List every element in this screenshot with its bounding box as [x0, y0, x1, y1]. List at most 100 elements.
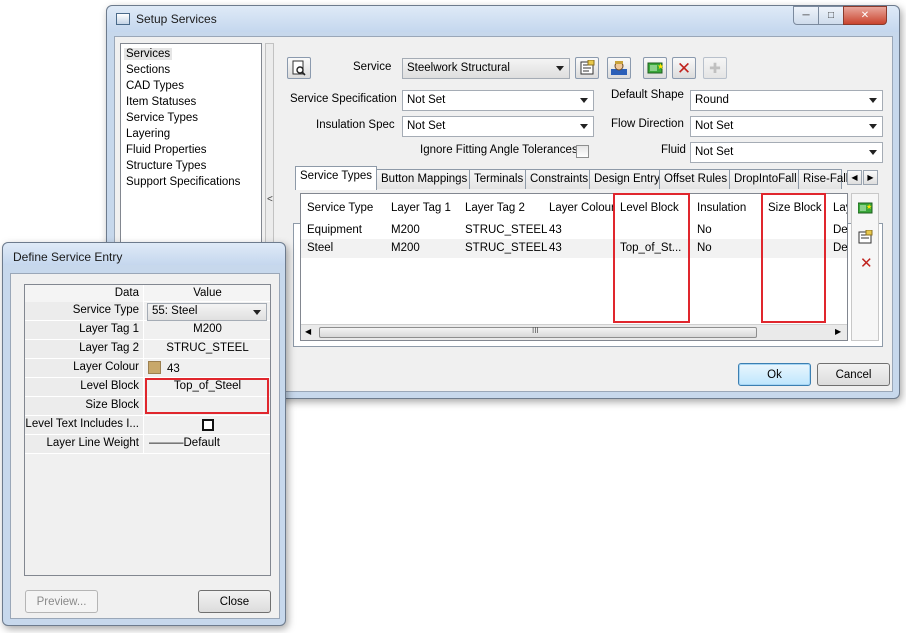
- table-row[interactable]: Steel M200 STRUC_STEEL 43 Top_of_St... N…: [301, 239, 847, 258]
- service-properties-button[interactable]: [575, 57, 599, 79]
- delete-service-button[interactable]: ✕: [672, 57, 696, 79]
- service-types-grid[interactable]: Service Type Layer Tag 1 Layer Tag 2 Lay…: [300, 193, 848, 341]
- table-row[interactable]: Equipment M200 STRUC_STEEL 43 No De: [301, 220, 847, 239]
- property-key: Level Block: [25, 378, 144, 396]
- define-service-entry-title: Define Service Entry: [13, 250, 123, 264]
- insulation-spec-value: Not Set: [407, 120, 446, 132]
- nav-item-sections[interactable]: Sections: [126, 64, 170, 76]
- grid-horizontal-scrollbar[interactable]: ◀ III ▶: [301, 324, 847, 340]
- find-document-icon: [292, 60, 306, 76]
- tab-offset-rules[interactable]: Offset Rules: [659, 169, 733, 189]
- colour-swatch[interactable]: [148, 361, 161, 374]
- column-header-level-block[interactable]: Level Block: [620, 202, 679, 214]
- insulation-spec-select[interactable]: Not Set: [402, 116, 594, 137]
- column-header-layer-tag-2[interactable]: Layer Tag 2: [465, 202, 525, 214]
- column-header-service-type[interactable]: Service Type: [307, 202, 373, 214]
- property-row-level-block[interactable]: Level Block Top_of_Steel: [25, 378, 270, 397]
- tab-button-mappings[interactable]: Button Mappings: [376, 169, 473, 189]
- flow-direction-select[interactable]: Not Set: [690, 116, 883, 137]
- nav-item-cad-types[interactable]: CAD Types: [126, 80, 184, 92]
- nav-item-support-specifications[interactable]: Support Specifications: [126, 176, 240, 188]
- chevron-down-icon: [580, 124, 588, 129]
- nav-item-layering[interactable]: Layering: [126, 128, 170, 140]
- column-header-layer-colour[interactable]: Layer Colour: [549, 202, 615, 214]
- scroll-right-arrow-icon[interactable]: ▶: [835, 327, 841, 336]
- nav-item-services[interactable]: Services: [124, 48, 173, 60]
- row-layer-colour: 43: [549, 224, 562, 236]
- scroll-left-arrow-icon[interactable]: ◀: [305, 327, 311, 336]
- level-text-checkbox[interactable]: [201, 419, 214, 431]
- service-specification-select[interactable]: Not Set: [402, 90, 594, 111]
- service-user-button[interactable]: [607, 57, 631, 79]
- row-layer-tag-1: M200: [391, 242, 420, 254]
- close-window-button[interactable]: ✕: [843, 6, 887, 25]
- tab-scroll-right-button[interactable]: ▶: [863, 170, 878, 185]
- minimize-button[interactable]: ─: [793, 6, 819, 25]
- collapse-chevron-icon[interactable]: <: [267, 194, 273, 205]
- add-row-icon[interactable]: ★: [857, 202, 874, 217]
- chevron-down-icon: [869, 150, 877, 155]
- add-service-button[interactable]: ★: [643, 57, 667, 79]
- tab-terminals[interactable]: Terminals: [469, 169, 529, 189]
- property-row-service-type[interactable]: Service Type 55: Steel: [25, 302, 270, 321]
- row-layer-colour: 43: [549, 242, 562, 254]
- define-service-entry-titlebar[interactable]: Define Service Entry: [3, 243, 285, 265]
- layer-colour-value: 43: [167, 363, 180, 375]
- chevron-down-icon: [580, 98, 588, 103]
- property-row-layer-colour[interactable]: Layer Colour 43: [25, 359, 270, 378]
- delete-row-icon[interactable]: ✕: [860, 254, 873, 272]
- column-header-layer-tag-1[interactable]: Layer Tag 1: [391, 202, 451, 214]
- pin-icon: ✚: [709, 59, 721, 76]
- edit-row-icon[interactable]: [858, 229, 874, 247]
- nav-item-service-types[interactable]: Service Types: [126, 112, 198, 124]
- property-value[interactable]: ———Default: [145, 435, 270, 453]
- tab-scroll-left-button[interactable]: ◀: [847, 170, 862, 185]
- column-header-layer[interactable]: Lay: [833, 202, 847, 214]
- flow-direction-label: Flow Direction: [611, 118, 684, 130]
- column-header-size-block[interactable]: Size Block: [768, 202, 822, 214]
- ok-button[interactable]: Ok: [738, 363, 811, 386]
- property-row-level-text-includes[interactable]: Level Text Includes I...: [25, 416, 270, 435]
- preview-button[interactable]: Preview...: [25, 590, 98, 613]
- property-key: Service Type: [25, 302, 144, 320]
- column-header-insulation[interactable]: Insulation: [697, 202, 746, 214]
- property-grid[interactable]: Data Value Service Type 55: Steel Layer …: [24, 284, 271, 576]
- tab-service-types[interactable]: Service Types: [295, 166, 378, 190]
- setup-services-titlebar[interactable]: Setup Services ─ □ ✕: [107, 6, 899, 32]
- property-value[interactable]: Top_of_Steel: [145, 378, 270, 396]
- property-grid-empty-area: [25, 454, 270, 575]
- default-shape-select[interactable]: Round: [690, 90, 883, 111]
- cancel-button[interactable]: Cancel: [817, 363, 890, 386]
- property-row-size-block[interactable]: Size Block: [25, 397, 270, 416]
- scroll-thumb[interactable]: III: [319, 326, 757, 338]
- property-value-colour[interactable]: 43: [145, 359, 270, 377]
- property-value-checkbox[interactable]: [145, 416, 270, 434]
- service-select[interactable]: Steelwork Structural: [402, 58, 570, 79]
- fluid-select[interactable]: Not Set: [690, 142, 883, 163]
- nav-item-structure-types[interactable]: Structure Types: [126, 160, 206, 172]
- find-service-button[interactable]: [287, 57, 311, 79]
- tab-drop-into-fall[interactable]: DropIntoFall: [729, 169, 802, 189]
- close-button[interactable]: Close: [198, 590, 271, 613]
- property-value[interactable]: [145, 397, 270, 415]
- row-actions-panel: ★ ✕: [851, 193, 879, 341]
- property-row-layer-tag-2[interactable]: Layer Tag 2 STRUC_STEEL: [25, 340, 270, 359]
- ignore-angle-tolerances-checkbox[interactable]: [576, 145, 589, 158]
- row-insulation: No: [697, 224, 712, 236]
- property-row-layer-line-weight[interactable]: Layer Line Weight ———Default: [25, 435, 270, 454]
- row-service-type: Equipment: [307, 224, 362, 236]
- tab-design-entry[interactable]: Design Entry: [589, 169, 665, 189]
- pin-service-button[interactable]: ✚: [703, 57, 727, 79]
- scroll-grip: III: [532, 326, 539, 335]
- service-specification-label: Service Specification: [290, 93, 397, 105]
- property-key: Size Block: [25, 397, 144, 415]
- service-type-select[interactable]: 55: Steel: [147, 303, 267, 321]
- tab-constraints[interactable]: Constraints: [525, 169, 594, 189]
- tab-rise-fall[interactable]: Rise-Fall: [798, 169, 848, 189]
- property-row-layer-tag-1[interactable]: Layer Tag 1 M200: [25, 321, 270, 340]
- maximize-button[interactable]: □: [818, 6, 844, 25]
- nav-item-fluid-properties[interactable]: Fluid Properties: [126, 144, 207, 156]
- nav-item-item-statuses[interactable]: Item Statuses: [126, 96, 196, 108]
- property-value[interactable]: M200: [145, 321, 270, 339]
- property-value[interactable]: STRUC_STEEL: [145, 340, 270, 358]
